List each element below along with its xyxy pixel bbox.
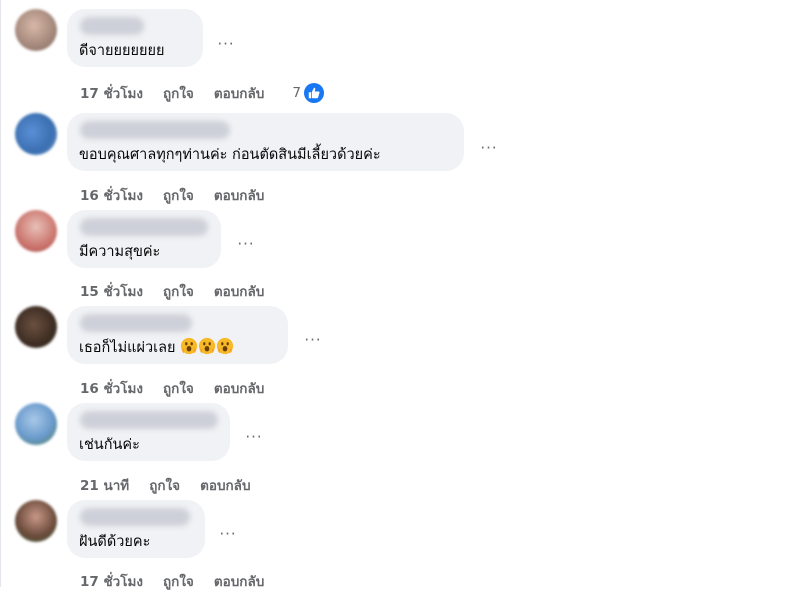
comment-text: มีความสุขค่ะ — [79, 244, 161, 260]
reply-button[interactable]: ตอบกลับ — [214, 82, 264, 104]
reply-button[interactable]: ตอบกลับ — [214, 280, 264, 302]
reply-button[interactable]: ตอบกลับ — [214, 184, 264, 206]
surprised-face-emoji — [198, 337, 216, 362]
more-options-icon[interactable]: ··· — [300, 332, 326, 352]
avatar[interactable] — [15, 210, 57, 252]
avatar[interactable] — [15, 9, 57, 51]
author-name[interactable] — [80, 411, 218, 429]
like-button[interactable]: ถูกใจ — [163, 280, 194, 302]
author-name[interactable] — [80, 314, 192, 332]
comment-text-value: เธอก็ไม่แผ่วเลย — [79, 340, 176, 356]
thumbs-up-icon — [303, 83, 324, 103]
comment-actions: 16 ชั่วโมง ถูกใจ ตอบกลับ — [80, 377, 284, 399]
reaction-count[interactable]: 7 — [292, 83, 324, 103]
comment-actions: 17 ชั่วโมง ถูกใจ ตอบกลับ — [80, 570, 284, 592]
comment-actions: 16 ชั่วโมง ถูกใจ ตอบกลับ — [80, 184, 284, 206]
comment-bubble: ฝันดีด้วยคะ — [67, 500, 205, 558]
comment-bubble: เธอก็ไม่แผ่วเลย — [67, 306, 288, 364]
comment-text: เช่นกันค่ะ — [79, 437, 140, 453]
timestamp[interactable]: 16 ชั่วโมง — [80, 184, 143, 206]
comment-bubble: เช่นกันค่ะ — [67, 403, 230, 461]
timestamp[interactable]: 16 ชั่วโมง — [80, 377, 143, 399]
timestamp[interactable]: 17 ชั่วโมง — [80, 82, 143, 104]
more-options-icon[interactable]: ··· — [241, 429, 267, 449]
timestamp[interactable]: 15 ชั่วโมง — [80, 280, 143, 302]
avatar[interactable] — [15, 306, 57, 348]
comment-actions: 21 นาที ถูกใจ ตอบกลับ — [80, 474, 271, 496]
comment-actions: 15 ชั่วโมง ถูกใจ ตอบกลับ — [80, 280, 284, 302]
comment-text: ดีจายยยยยยย — [79, 43, 165, 59]
avatar[interactable] — [15, 113, 57, 155]
surprised-face-emoji — [216, 337, 234, 362]
timestamp[interactable]: 21 นาที — [80, 474, 129, 496]
like-button[interactable]: ถูกใจ — [163, 570, 194, 592]
more-options-icon[interactable]: ··· — [476, 140, 502, 160]
more-options-icon[interactable]: ··· — [233, 236, 259, 256]
comment-text: เธอก็ไม่แผ่วเลย — [79, 337, 276, 362]
comment-bubble: ขอบคุณศาลทุกๆท่านค่ะ ก่อนตัดสินมีเลี้ยวด… — [67, 113, 464, 171]
author-name[interactable] — [80, 121, 230, 139]
timestamp[interactable]: 17 ชั่วโมง — [80, 570, 143, 592]
more-options-icon[interactable]: ··· — [215, 526, 241, 546]
reply-button[interactable]: ตอบกลับ — [200, 474, 250, 496]
like-button[interactable]: ถูกใจ — [163, 377, 194, 399]
author-name[interactable] — [80, 218, 208, 236]
comment-bubble: ดีจายยยยยยย — [67, 9, 203, 67]
author-name[interactable] — [80, 17, 144, 35]
comment-text: ขอบคุณศาลทุกๆท่านค่ะ ก่อนตัดสินมีเลี้ยวด… — [79, 147, 381, 163]
left-border — [0, 0, 1, 587]
more-options-icon[interactable]: ··· — [213, 36, 239, 56]
like-button[interactable]: ถูกใจ — [149, 474, 180, 496]
reaction-number: 7 — [292, 85, 301, 101]
like-button[interactable]: ถูกใจ — [163, 82, 194, 104]
comment-text: ฝันดีด้วยคะ — [79, 534, 151, 550]
comment-actions: 17 ชั่วโมง ถูกใจ ตอบกลับ 7 — [80, 82, 324, 104]
surprised-face-emoji — [180, 337, 198, 362]
reply-button[interactable]: ตอบกลับ — [214, 377, 264, 399]
avatar[interactable] — [15, 500, 57, 542]
avatar[interactable] — [15, 403, 57, 445]
author-name[interactable] — [80, 508, 190, 526]
like-button[interactable]: ถูกใจ — [163, 184, 194, 206]
comment-bubble: มีความสุขค่ะ — [67, 210, 221, 268]
reply-button[interactable]: ตอบกลับ — [214, 570, 264, 592]
